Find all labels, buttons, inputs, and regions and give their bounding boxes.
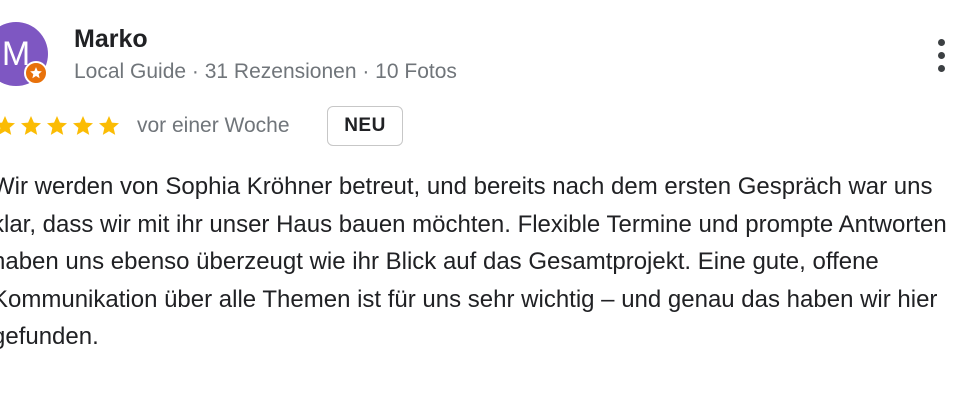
star-rating xyxy=(0,114,122,138)
author-name[interactable]: Marko xyxy=(74,25,148,54)
star-icon xyxy=(0,116,15,135)
star-icon xyxy=(73,116,93,135)
review-date: vor einer Woche xyxy=(137,114,290,137)
star-icon xyxy=(47,116,67,135)
author-meta[interactable]: Local Guide · 31 Rezensionen · 10 Fotos xyxy=(74,60,457,84)
local-guide-badge-icon xyxy=(24,61,48,85)
review-text: Wir werden von Sophia Kröhner betreut, u… xyxy=(0,173,947,350)
rating-row: vor einer Woche NEU xyxy=(0,106,960,146)
new-badge: NEU xyxy=(327,106,403,146)
more-vert-icon xyxy=(938,39,945,46)
star-icon xyxy=(99,116,119,135)
more-vert-icon-dot xyxy=(938,52,945,59)
star-icon xyxy=(21,116,41,135)
more-vert-icon-dot xyxy=(938,65,945,72)
review-card: M Marko Local Guide · 31 Rezensionen · 1… xyxy=(0,0,960,404)
more-options-button[interactable] xyxy=(926,36,958,76)
